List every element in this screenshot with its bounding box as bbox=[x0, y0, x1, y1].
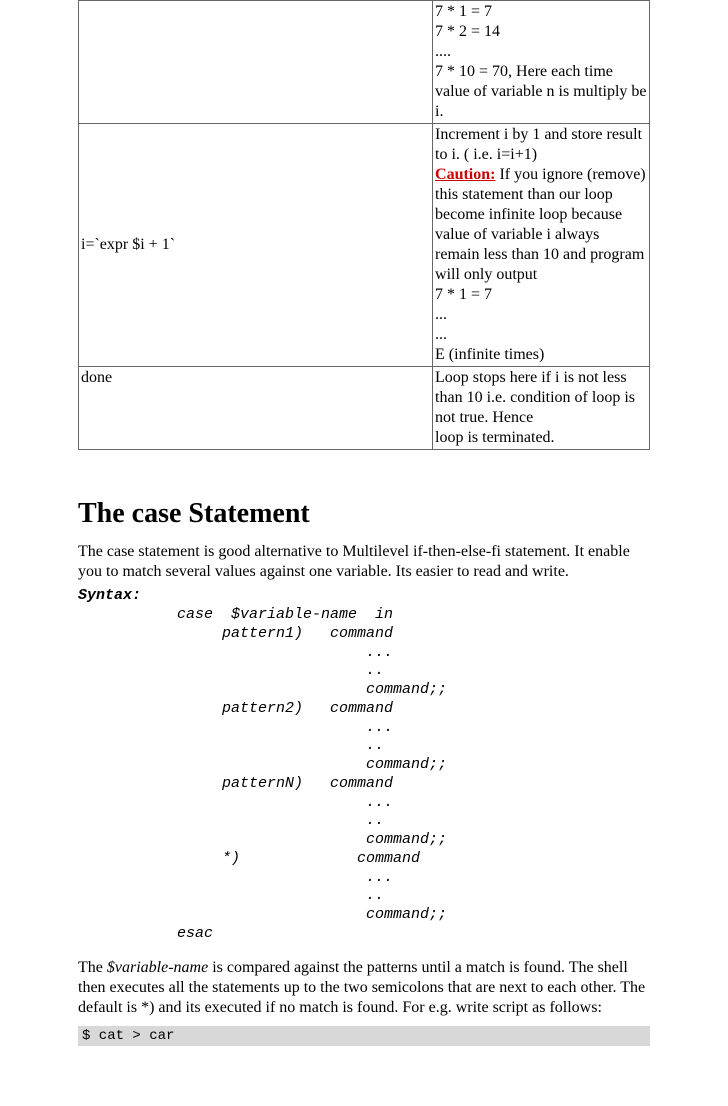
row2-caution-rest: If you ignore (remove) this statement th… bbox=[435, 166, 646, 283]
table-cell-left: done bbox=[79, 367, 433, 450]
intro-paragraph: The case statement is good alternative t… bbox=[78, 542, 650, 582]
table-cell-left bbox=[79, 1, 433, 124]
loop-explanation-table: 7 * 1 = 7 7 * 2 = 14 .... 7 * 10 = 70, H… bbox=[78, 0, 650, 450]
para2-pre: The bbox=[78, 959, 107, 976]
shell-command-block: $ cat > car bbox=[78, 1026, 650, 1046]
table-cell-right: Increment i by 1 and store result to i. … bbox=[433, 124, 650, 367]
table-cell-left: i=`expr $i + 1` bbox=[79, 124, 433, 367]
section-heading: The case Statement bbox=[78, 498, 650, 530]
row2-post: 7 * 1 = 7 ... ... E (infinite times) bbox=[435, 286, 544, 363]
variable-name-italic: $variable-name bbox=[107, 959, 208, 976]
table-cell-right: 7 * 1 = 7 7 * 2 = 14 .... 7 * 10 = 70, H… bbox=[433, 1, 650, 124]
table-row: done Loop stops here if i is not less th… bbox=[79, 367, 650, 450]
table-cell-right: Loop stops here if i is not less than 10… bbox=[433, 367, 650, 450]
caution-label: Caution: bbox=[435, 166, 495, 183]
row2-pre: Increment i by 1 and store result to i. … bbox=[435, 126, 642, 163]
explanation-paragraph: The $variable-name is compared against t… bbox=[78, 958, 650, 1018]
table-row: i=`expr $i + 1` Increment i by 1 and sto… bbox=[79, 124, 650, 367]
syntax-label: Syntax: bbox=[78, 587, 141, 604]
syntax-code-block: case $variable-name in pattern1) command… bbox=[78, 606, 650, 944]
table-row: 7 * 1 = 7 7 * 2 = 14 .... 7 * 10 = 70, H… bbox=[79, 1, 650, 124]
